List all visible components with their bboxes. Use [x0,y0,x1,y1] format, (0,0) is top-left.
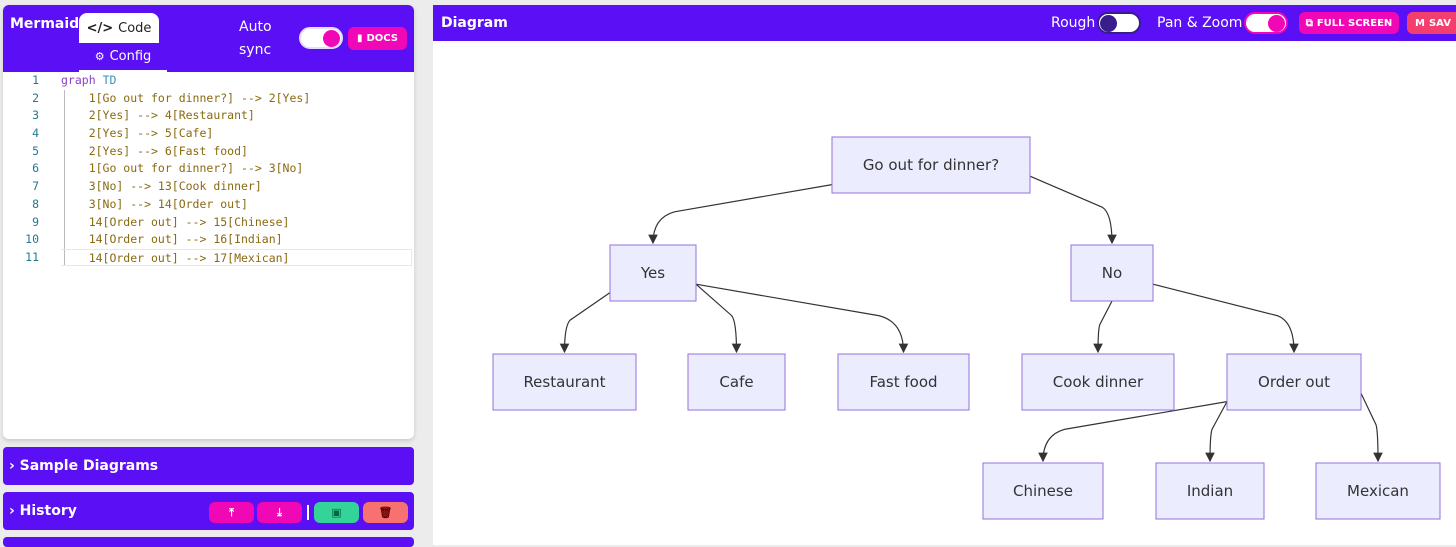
code-line[interactable]: 1 graph TD [3,72,414,90]
edge-14-15 [1038,401,1228,463]
line-number: 10 [25,232,39,247]
tab-code-label: Code [118,20,152,36]
node-cook-dinner[interactable]: Cook dinner [1021,353,1175,411]
code-text: 3[No] --> 14[Order out] [61,196,248,211]
edge-1-3 [1029,175,1117,245]
history-label: History [19,503,77,519]
node-cafe[interactable]: Cafe [687,353,786,411]
edge-2-4 [559,292,611,354]
node-restaurant[interactable]: Restaurant [492,353,637,411]
line-number: 1 [32,73,39,87]
node-indian[interactable]: Indian [1155,462,1265,520]
node-label: Restaurant [523,373,605,391]
edge-3-14 [1152,283,1299,354]
save-history-button[interactable]: ▣ [314,502,359,523]
book-icon: ▮ [356,33,363,44]
edge-14-17 [1360,392,1383,463]
code-line[interactable]: 9 14[Order out] --> 15[Chinese] [3,214,414,232]
flowchart[interactable]: Go out for dinner? Yes No Restaurant Cafe Fas… [433,5,1456,545]
docs-button[interactable]: ▮ DOCS [348,27,407,50]
code-line[interactable]: 8 3[No] --> 14[Order out] [3,196,414,214]
code-text: 1[Go out for dinner?] --> 3[No] [61,161,304,176]
node-label: Chinese [1013,482,1073,500]
sample-diagrams-accordion[interactable]: › Sample Diagrams [3,447,414,485]
auto-sync-label: Auto sync [239,19,272,58]
editor-header: Mermaid </> Code ⚙ Config Auto sync ▮ DOCS [3,5,414,72]
download-icon: ⤓ [277,505,282,519]
node-label: Order out [1258,373,1330,391]
node-label: Fast food [869,373,937,391]
node-go-out-for-dinner[interactable]: Go out for dinner? [831,136,1031,194]
line-number: 5 [32,143,39,158]
line-number: 9 [32,214,39,229]
node-mexican[interactable]: Mexican [1315,462,1441,520]
node-chinese[interactable]: Chinese [982,462,1104,520]
tab-config[interactable]: ⚙ Config [79,43,167,72]
auto-sync-toggle[interactable] [299,27,343,49]
code-text: 14[Order out] --> 16[Indian] [61,232,283,247]
download-button[interactable]: ⤓ [257,502,302,523]
gears-icon: ⚙ [94,50,105,63]
code-text: graph TD [61,73,117,87]
code-line[interactable]: 7 3[No] --> 13[Cook dinner] [3,178,414,196]
edge-3-13 [1093,300,1113,354]
code-line[interactable]: 11 14[Order out] --> 17[Mexican] [3,248,414,267]
upload-button[interactable]: ⤒ [209,502,254,523]
line-number: 11 [25,249,39,264]
code-line[interactable]: 5 2[Yes] --> 6[Fast food] [3,143,414,161]
code-line[interactable]: 3 2[Yes] --> 4[Restaurant] [3,107,414,125]
upload-icon: ⤒ [229,505,234,519]
tab-config-label: Config [109,49,152,64]
tab-code[interactable]: </> Code [79,13,159,43]
node-label: Indian [1187,482,1233,500]
node-label: Cafe [719,373,753,391]
node-label: Cook dinner [1053,373,1144,391]
node-label: Go out for dinner? [863,156,999,174]
next-accordion[interactable] [3,537,414,547]
code-line[interactable]: 4 2[Yes] --> 5[Cafe] [3,125,414,143]
node-label: Yes [640,264,665,282]
node-label: Mexican [1347,482,1409,500]
node-order-out[interactable]: Order out [1226,353,1362,411]
node-no[interactable]: No [1070,244,1154,302]
edge-2-6 [695,283,909,354]
brand-title: Mermaid [10,16,80,32]
code-icon: </> [86,20,114,36]
line-number: 2 [32,90,39,105]
code-text: 3[No] --> 13[Cook dinner] [61,179,262,194]
chevron-right-icon: › [9,503,20,519]
code-text: 2[Yes] --> 4[Restaurant] [61,108,255,123]
delete-history-button[interactable]: 🗑 [363,502,408,523]
node-yes[interactable]: Yes [609,244,697,302]
diagram-panel: Diagram Rough Pan & Zoom ⧉ FULL SCREEN MS… [433,5,1456,545]
line-number: 7 [32,179,39,194]
line-number: 8 [32,196,39,211]
code-editor[interactable]: 1 graph TD 2 1[Go out for dinner?] --> 2[Y… [3,72,414,267]
code-text: 14[Order out] --> 17[Mexican] [61,248,412,266]
save-icon: ▣ [331,506,342,519]
edge-14-16 [1205,401,1228,463]
code-text: 2[Yes] --> 5[Cafe] [61,126,214,141]
edge-1-2 [648,184,833,245]
trash-icon: 🗑 [378,506,393,519]
sample-diagrams-label: Sample Diagrams [19,458,159,474]
history-accordion[interactable]: › History ⤒ ⤓ ▣ 🗑 [3,492,414,530]
line-number: 4 [32,126,39,141]
code-line[interactable]: 2 1[Go out for dinner?] --> 2[Yes] [3,90,414,108]
chevron-right-icon: › [9,458,20,474]
edge-2-5 [695,283,742,354]
code-text: 1[Go out for dinner?] --> 2[Yes] [61,90,311,105]
code-line[interactable]: 10 14[Order out] --> 16[Indian] [3,231,414,249]
editor-panel: Mermaid </> Code ⚙ Config Auto sync ▮ DOCS … [3,5,414,439]
divider [307,505,309,520]
node-fast-food[interactable]: Fast food [837,353,970,411]
line-number: 3 [32,108,39,123]
node-label: No [1102,264,1122,282]
code-line[interactable]: 6 1[Go out for dinner?] --> 3[No] [3,160,414,178]
line-number: 6 [32,161,39,176]
code-text: 2[Yes] --> 6[Fast food] [61,143,248,158]
code-text: 14[Order out] --> 15[Chinese] [61,214,290,229]
